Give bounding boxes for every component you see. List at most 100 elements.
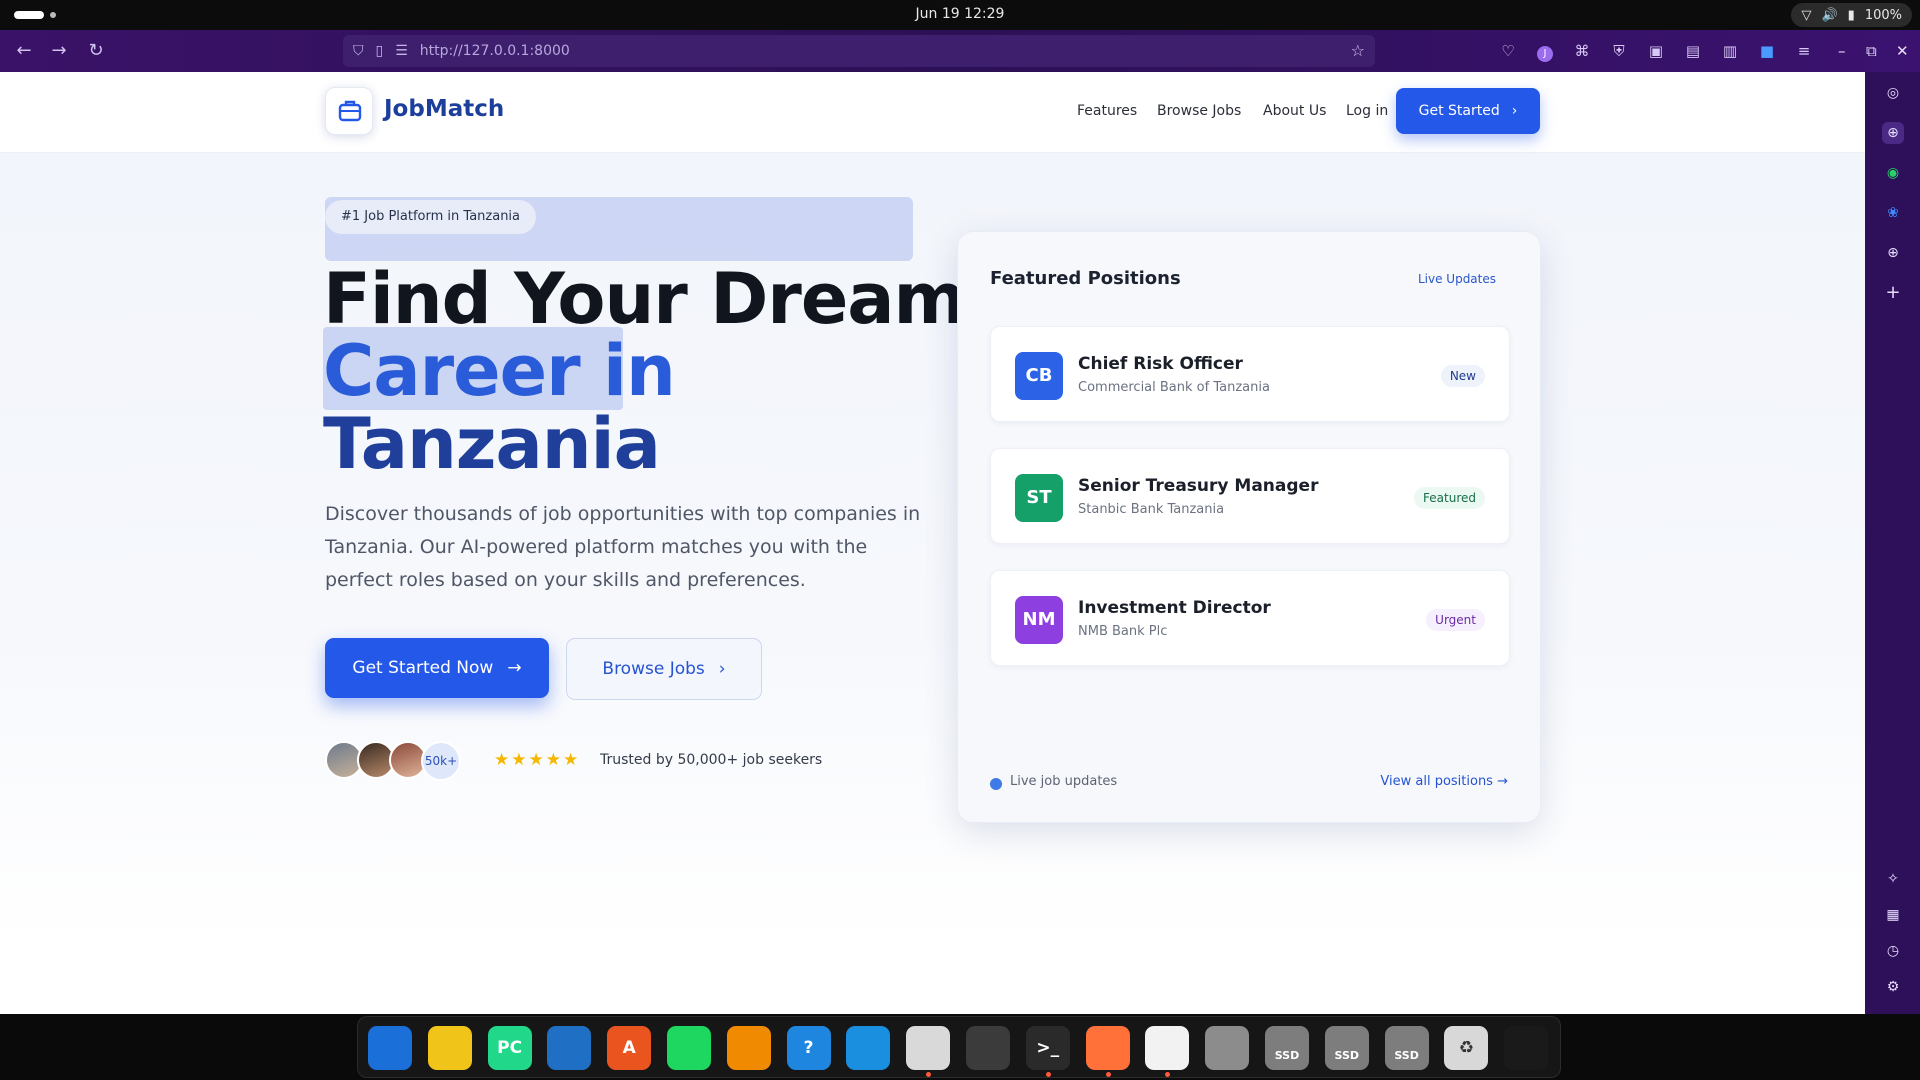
help-icon[interactable]: ? (786, 1026, 831, 1070)
battery-icon: ▮ (1847, 7, 1855, 23)
briefcase-icon (338, 100, 362, 122)
job-company: Stanbic Bank Tanzania (1078, 502, 1225, 517)
app-center-icon[interactable]: A (607, 1026, 652, 1070)
address-bar[interactable]: ⛉ ▯ ☰ http://127.0.0.1:8000 ☆ (343, 35, 1375, 67)
running-indicator (1165, 1072, 1171, 1077)
add-icon[interactable]: + (1882, 282, 1904, 304)
secondary-button-label: Browse Jobs (602, 659, 705, 679)
browse-jobs-button[interactable]: Browse Jobs › (566, 638, 762, 700)
back-icon[interactable]: ← (12, 39, 36, 63)
ublock-icon[interactable]: ⛨ (1607, 39, 1631, 63)
web-icon[interactable]: ⊕ (1882, 242, 1904, 264)
shield-icon[interactable]: ⛉ (353, 43, 364, 59)
trash-icon[interactable]: ♻ (1444, 1026, 1489, 1070)
nav-browse-jobs[interactable]: Browse Jobs (1157, 103, 1241, 119)
firefox-icon[interactable] (1085, 1026, 1130, 1070)
headline-line-1: Find Your Dream (323, 258, 966, 340)
save-icon[interactable]: ▦ (1882, 904, 1904, 926)
permissions-icon[interactable]: ☰ (395, 43, 408, 59)
logo-badge[interactable] (325, 87, 373, 135)
company-logo: CB (1015, 352, 1063, 400)
close-icon[interactable]: ✕ (1896, 39, 1909, 63)
whatsapp-icon[interactable]: ◉ (1882, 162, 1904, 184)
page-icon[interactable]: ▯ (376, 43, 384, 59)
system-monitor-icon[interactable] (966, 1026, 1010, 1070)
translate-icon[interactable]: ■ (1755, 39, 1779, 63)
menu-icon[interactable]: ≡ (1792, 39, 1816, 63)
headline-line-2: Career in (323, 330, 676, 412)
dock-area: PC A? >_ SSD SSD SSD ♻ (0, 1014, 1920, 1080)
profile-icon[interactable]: J (1533, 39, 1557, 63)
job-title: Investment Director (1078, 598, 1271, 618)
globe-icon[interactable]: ⊕ (1882, 122, 1904, 144)
terminal-icon[interactable]: >_ (1025, 1026, 1070, 1070)
restore-icon[interactable]: ⧉ (1866, 39, 1877, 63)
chatgpt-icon[interactable]: ◎ (1882, 82, 1904, 104)
logo-text[interactable]: JobMatch (384, 96, 504, 122)
vscode-icon[interactable] (846, 1026, 891, 1070)
running-indicator (926, 1072, 932, 1077)
company-logo: NM (1015, 596, 1063, 644)
chevron-right-icon: › (718, 659, 726, 679)
web-page: JobMatch Features Browse Jobs About Us L… (0, 72, 1865, 1014)
pycharm-icon[interactable]: PC (487, 1026, 532, 1070)
ssd-drive-icon-3[interactable]: SSD (1384, 1026, 1429, 1070)
ubuntu-icon[interactable] (1504, 1026, 1549, 1070)
bluesky-icon[interactable]: ❀ (1882, 202, 1904, 224)
headline-line-3: Tanzania (323, 403, 661, 485)
job-company: Commercial Bank of Tanzania (1078, 380, 1270, 395)
wifi-icon: ▽ (1801, 7, 1812, 23)
job-card[interactable]: CB Chief Risk Officer Commercial Bank of… (990, 326, 1510, 422)
get-started-now-button[interactable]: Get Started Now → (325, 638, 549, 698)
job-company: NMB Bank Plc (1078, 624, 1168, 639)
writer-icon[interactable] (547, 1026, 592, 1070)
reload-icon[interactable]: ↻ (84, 39, 108, 63)
job-tag: New (1440, 365, 1485, 387)
extensions-row: ♡ J ⌘ ⛨ ▣ ▤ ▥ ■ ≡ (1496, 39, 1816, 63)
inkscape-icon[interactable] (1145, 1026, 1190, 1070)
settings-icon[interactable]: ⚙ (1882, 976, 1904, 998)
dock: PC A? >_ SSD SSD SSD ♻ (357, 1016, 1561, 1078)
battery-level: 100% (1864, 7, 1902, 23)
volume-icon: 🔊 (1821, 7, 1838, 23)
ssd-drive-icon-1[interactable]: SSD (1265, 1026, 1309, 1070)
nav-about-us[interactable]: About Us (1263, 103, 1326, 119)
system-status-menu[interactable]: ▽ 🔊 ▮ 100% (1791, 3, 1912, 27)
card-title: Featured Positions (990, 268, 1181, 289)
chevron-right-icon: › (1511, 103, 1518, 119)
view-all-positions-link[interactable]: View all positions → (1380, 774, 1508, 789)
os-top-bar: Jun 19 12:29 ▽ 🔊 ▮ 100% (0, 0, 1920, 30)
minimize-icon[interactable]: – (1838, 39, 1846, 63)
ssd-drive-icon-2[interactable]: SSD (1324, 1026, 1369, 1070)
job-title: Chief Risk Officer (1078, 354, 1243, 374)
job-card[interactable]: ST Senior Treasury Manager Stanbic Bank … (990, 448, 1510, 544)
reader-icon[interactable]: ▤ (1681, 39, 1705, 63)
container-icon[interactable]: ▣ (1644, 39, 1668, 63)
avatar-count-badge: 50k+ (421, 741, 461, 781)
forward-icon[interactable]: → (47, 39, 71, 63)
rhythmbox-icon[interactable] (427, 1026, 472, 1070)
hero-subtitle: Discover thousands of job opportunities … (325, 503, 921, 591)
ai-sparkle-icon[interactable]: ✧ (1882, 868, 1904, 890)
arrow-right-icon: → (507, 658, 522, 678)
extensions-icon[interactable]: ⌘ (1570, 39, 1594, 63)
job-tag: Urgent (1426, 609, 1485, 631)
files-icon[interactable] (906, 1026, 951, 1070)
browser-sidebar: ◎ ⊕ ◉ ❀ ⊕ + ✧ ▦ ◷ ⚙ (1865, 72, 1920, 1014)
nav-log-in[interactable]: Log in (1346, 103, 1388, 119)
thunderbird-icon[interactable] (368, 1026, 412, 1070)
header-get-started-button[interactable]: Get Started › (1396, 88, 1540, 134)
url-text[interactable]: http://127.0.0.1:8000 (420, 43, 570, 59)
pocket-icon[interactable]: ♡ (1496, 39, 1520, 63)
bookmark-star-icon[interactable]: ☆ (1351, 41, 1365, 60)
live-updates-label: Live Updates (1417, 272, 1496, 286)
vlc-icon[interactable] (726, 1026, 771, 1070)
job-tag: Featured (1414, 487, 1485, 509)
disk-icon[interactable] (1205, 1026, 1250, 1070)
sidebar-icon[interactable]: ▥ (1718, 39, 1742, 63)
clock[interactable]: Jun 19 12:29 (0, 6, 1920, 22)
nav-features[interactable]: Features (1077, 103, 1137, 119)
history-icon[interactable]: ◷ (1882, 940, 1904, 962)
job-card[interactable]: NM Investment Director NMB Bank Plc Urge… (990, 570, 1510, 666)
spotify-icon[interactable] (667, 1026, 711, 1070)
